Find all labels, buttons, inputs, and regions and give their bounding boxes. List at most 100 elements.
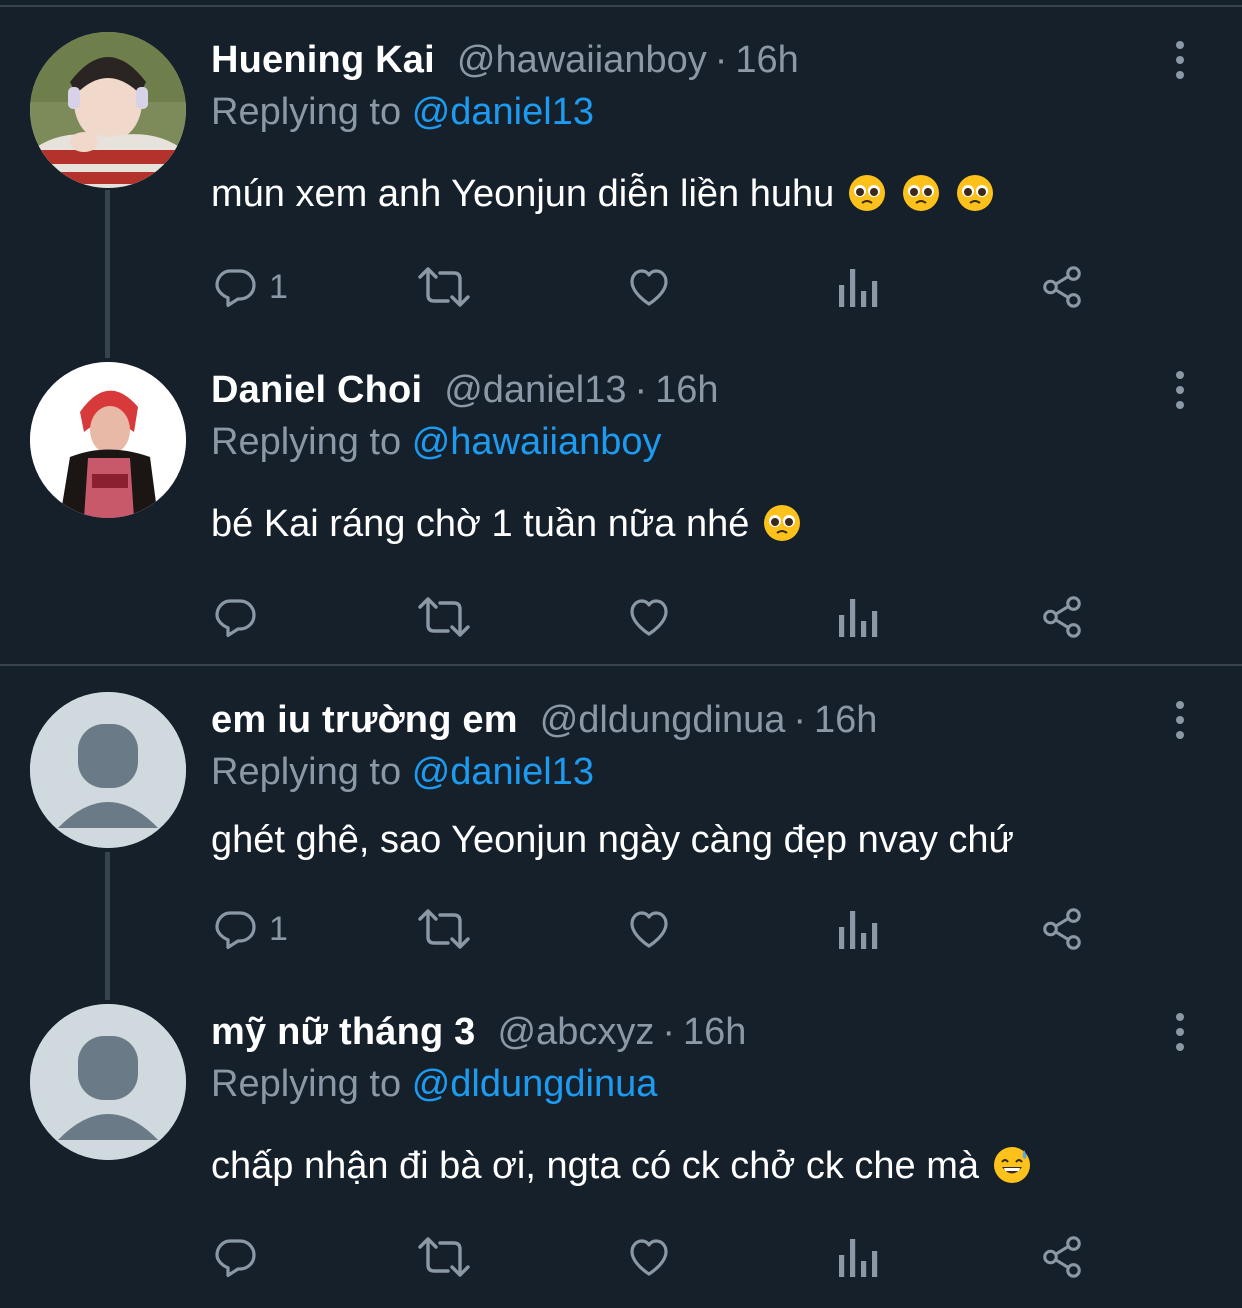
user-handle[interactable]: @dldungdinua xyxy=(540,699,786,741)
share-button[interactable] xyxy=(1039,592,1085,642)
display-name[interactable]: Huening Kai xyxy=(211,39,435,81)
share-button[interactable] xyxy=(1039,262,1085,312)
reply-button[interactable]: 1 xyxy=(211,904,288,954)
heart-icon xyxy=(630,911,668,948)
views-button[interactable] xyxy=(835,262,879,312)
share-button[interactable] xyxy=(1039,904,1085,954)
more-vertical-icon xyxy=(1176,701,1184,739)
analytics-icon xyxy=(839,599,878,637)
like-button[interactable] xyxy=(625,592,673,642)
share-icon xyxy=(1043,596,1081,638)
reply-button[interactable]: 1 xyxy=(211,262,288,312)
retweet-button[interactable] xyxy=(415,904,473,954)
mention-link[interactable]: @dldungdinua xyxy=(412,1063,658,1105)
more-vertical-icon xyxy=(1176,41,1184,79)
action-bar xyxy=(211,592,1111,642)
display-name[interactable]: Daniel Choi xyxy=(211,369,422,411)
tweet[interactable]: em iu trường em @dldungdinua · 16h Replying… xyxy=(0,666,1242,990)
replying-to: Replying to @daniel13 xyxy=(211,90,594,134)
reply-icon xyxy=(215,269,256,307)
replying-label: Replying to xyxy=(211,91,402,133)
retweet-icon xyxy=(418,267,470,307)
more-vertical-icon xyxy=(1176,371,1184,409)
share-icon xyxy=(1043,908,1081,950)
tweet-body: ghét ghê, sao Yeonjun ngày càng đẹp nvay… xyxy=(211,819,1014,861)
more-button[interactable] xyxy=(1168,700,1192,740)
retweet-button[interactable] xyxy=(415,592,473,642)
like-button[interactable] xyxy=(625,904,673,954)
mention-link[interactable]: @daniel13 xyxy=(412,91,594,133)
pleading-face-emoji xyxy=(957,175,994,211)
timestamp[interactable]: 16h xyxy=(735,39,798,81)
heart-icon xyxy=(630,599,668,636)
retweet-button[interactable] xyxy=(415,1232,473,1282)
like-button[interactable] xyxy=(625,1232,673,1282)
action-bar: 1 xyxy=(211,904,1111,954)
pleading-face-emoji xyxy=(764,505,801,541)
retweet-button[interactable] xyxy=(415,262,473,312)
separator: · xyxy=(714,39,728,81)
tweet-header: mỹ nữ tháng 3 @abcxyz · 16h xyxy=(211,1010,746,1054)
reply-button[interactable] xyxy=(211,592,269,642)
avatar[interactable] xyxy=(30,32,186,188)
tweet-body: chấp nhận đi bà ơi, ngta có ck chở ck ch… xyxy=(211,1145,980,1187)
default-avatar-icon xyxy=(30,692,186,848)
action-bar xyxy=(211,1232,1111,1282)
views-button[interactable] xyxy=(835,592,879,642)
reply-icon xyxy=(215,1239,256,1277)
avatar-photo xyxy=(30,362,186,518)
tweet-text: ghét ghê, sao Yeonjun ngày càng đẹp nvay… xyxy=(211,818,1014,862)
tweet-header: Huening Kai @hawaiianboy · 16h xyxy=(211,38,799,82)
mention-link[interactable]: @daniel13 xyxy=(412,751,594,793)
action-bar: 1 xyxy=(211,262,1111,312)
default-avatar-icon xyxy=(30,1004,186,1160)
views-button[interactable] xyxy=(835,1232,879,1282)
separator: · xyxy=(662,1011,675,1053)
separator: · xyxy=(634,369,648,411)
replying-label: Replying to xyxy=(211,421,402,463)
tweet-body: bé Kai ráng chờ 1 tuần nữa nhé xyxy=(211,503,750,545)
display-name[interactable]: em iu trường em xyxy=(211,699,518,741)
tweet-text: chấp nhận đi bà ơi, ngta có ck chở ck ch… xyxy=(211,1144,1031,1188)
mention-link[interactable]: @hawaiianboy xyxy=(412,421,662,463)
separator: · xyxy=(793,699,807,741)
avatar[interactable] xyxy=(30,692,186,848)
avatar[interactable] xyxy=(30,362,186,518)
avatar[interactable] xyxy=(30,1004,186,1160)
tweet-text: bé Kai ráng chờ 1 tuần nữa nhé xyxy=(211,502,801,546)
pleading-face-emoji xyxy=(849,175,886,211)
reply-icon xyxy=(215,911,256,949)
like-button[interactable] xyxy=(625,262,673,312)
reply-icon xyxy=(215,599,256,637)
tweet-body: mún xem anh Yeonjun diễn liền huhu xyxy=(211,173,835,215)
timestamp[interactable]: 16h xyxy=(683,1011,746,1053)
more-button[interactable] xyxy=(1168,1012,1192,1052)
tweet[interactable]: Huening Kai @hawaiianboy · 16h Replying to … xyxy=(0,0,1242,340)
avatar-photo xyxy=(30,32,186,188)
share-button[interactable] xyxy=(1039,1232,1085,1282)
tweet[interactable]: Daniel Choi @daniel13 · 16h Replying to @ha… xyxy=(0,340,1242,664)
user-handle[interactable]: @daniel13 xyxy=(444,369,626,411)
tweet[interactable]: mỹ nữ tháng 3 @abcxyz · 16h Replying to @dl… xyxy=(0,990,1242,1308)
more-vertical-icon xyxy=(1176,1013,1184,1051)
grinning-face-with-sweat-emoji xyxy=(994,1147,1031,1183)
timestamp[interactable]: 16h xyxy=(655,369,718,411)
user-handle[interactable]: @hawaiianboy xyxy=(457,39,707,81)
reply-button[interactable] xyxy=(211,1232,269,1282)
replying-label: Replying to xyxy=(211,1063,402,1105)
display-name[interactable]: mỹ nữ tháng 3 xyxy=(211,1011,475,1053)
retweet-icon xyxy=(418,1237,470,1277)
analytics-icon xyxy=(839,1239,878,1277)
more-button[interactable] xyxy=(1168,370,1192,410)
more-button[interactable] xyxy=(1168,40,1192,80)
share-icon xyxy=(1043,266,1081,308)
user-handle[interactable]: @abcxyz xyxy=(497,1011,654,1053)
replying-to: Replying to @dldungdinua xyxy=(211,1062,657,1106)
timestamp[interactable]: 16h xyxy=(814,699,877,741)
retweet-icon xyxy=(418,909,470,949)
heart-icon xyxy=(630,269,668,306)
tweet-text: mún xem anh Yeonjun diễn liền huhu xyxy=(211,172,994,216)
replying-label: Replying to xyxy=(211,751,402,793)
reply-count: 1 xyxy=(269,267,288,306)
views-button[interactable] xyxy=(835,904,879,954)
